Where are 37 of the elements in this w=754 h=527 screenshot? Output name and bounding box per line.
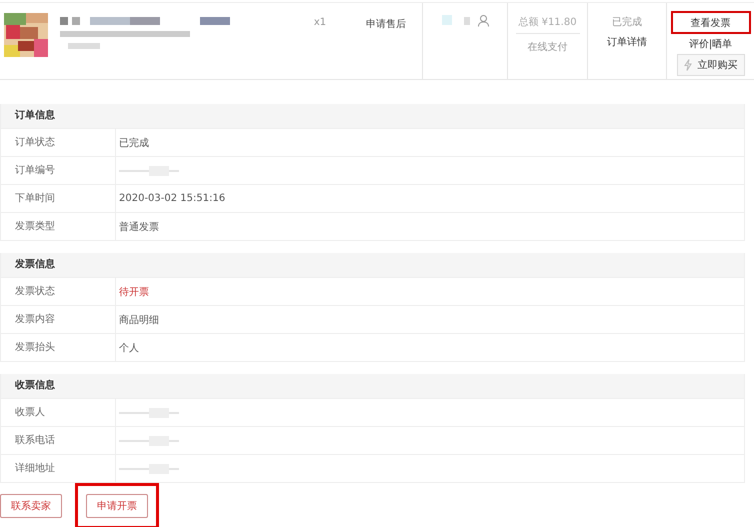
field-value: 个人 xyxy=(119,342,139,354)
section-header: 订单信息 xyxy=(1,104,744,128)
quantity: x1 xyxy=(312,16,328,30)
order-details-link[interactable]: 订单详情 xyxy=(607,35,647,49)
order-status: 已完成 xyxy=(612,16,642,29)
field-label: 发票状态 xyxy=(1,278,116,305)
field-value: 待开票 xyxy=(119,286,149,298)
field-label: 发票类型 xyxy=(1,213,116,240)
redacted-value xyxy=(119,408,179,418)
user-icon xyxy=(478,15,488,27)
field-value: 商品明细 xyxy=(119,314,159,326)
field-label: 发票内容 xyxy=(1,306,116,333)
field-value: 2020-03-02 15:51:16 xyxy=(119,193,226,204)
section-header: 收票信息 xyxy=(1,374,744,398)
buy-now-button[interactable]: 立即购买 xyxy=(676,54,744,76)
contact-seller-button[interactable]: 联系卖家 xyxy=(0,494,62,518)
field-label: 收票人 xyxy=(1,399,116,426)
payment-method: 在线支付 xyxy=(528,40,568,54)
field-label: 订单状态 xyxy=(1,129,116,156)
request-invoice-button[interactable]: 申请开票 xyxy=(86,494,148,518)
field-label: 下单时间 xyxy=(1,185,116,212)
order-total: 总额 ¥11.80 xyxy=(516,15,580,34)
blurred-name xyxy=(442,15,472,27)
redacted-value xyxy=(119,166,179,176)
lightning-icon xyxy=(684,59,692,71)
field-label: 联系电话 xyxy=(1,427,116,454)
redacted-value xyxy=(119,464,179,474)
review-link[interactable]: 评价|晒单 xyxy=(688,37,732,51)
view-invoice-button[interactable]: 查看发票 xyxy=(670,11,750,34)
redacted-value xyxy=(119,436,179,446)
field-label: 订单编号 xyxy=(1,157,116,184)
field-label: 详细地址 xyxy=(1,455,116,482)
field-value: 已完成 xyxy=(119,136,149,150)
section-header: 发票信息 xyxy=(1,253,744,277)
field-value: 普通发票 xyxy=(119,220,159,234)
after-sale-link[interactable]: 申请售后 xyxy=(350,3,422,79)
field-label: 发票抬头 xyxy=(1,334,116,361)
